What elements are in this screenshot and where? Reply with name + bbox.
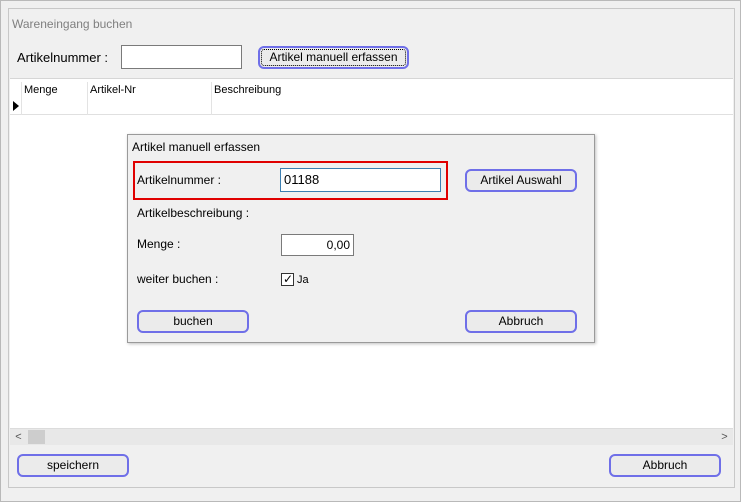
grid-header: Menge Artikel-Nr Beschreibung	[10, 79, 733, 115]
buchen-button[interactable]: buchen	[137, 310, 249, 333]
horizontal-scrollbar[interactable]: < >	[10, 428, 733, 445]
artikelbeschreibung-label: Artikelbeschreibung :	[137, 206, 250, 220]
column-separator	[211, 82, 212, 115]
checkmark-icon: ✓	[283, 272, 294, 286]
weiter-buchen-checkbox-label[interactable]: Ja	[297, 274, 309, 286]
weiter-buchen-checkbox[interactable]: ✓	[281, 272, 294, 286]
window-title: Wareneingang buchen	[12, 17, 133, 31]
chevron-right-icon[interactable]: >	[716, 430, 733, 445]
column-header-artikel-nr[interactable]: Artikel-Nr	[90, 84, 136, 96]
save-button[interactable]: speichern	[17, 454, 129, 477]
column-separator	[87, 82, 88, 115]
artikelnummer-label: Artikelnummer :	[17, 50, 109, 65]
menge-input[interactable]: 0,00	[281, 234, 354, 256]
dialog-artikelnummer-input[interactable]: 01188	[280, 168, 441, 192]
menge-label: Menge :	[137, 237, 181, 251]
column-header-menge[interactable]: Menge	[24, 84, 58, 96]
artikelnummer-input[interactable]	[121, 45, 242, 69]
column-separator	[21, 82, 22, 115]
scrollbar-thumb[interactable]	[28, 430, 45, 444]
dialog-title: Artikel manuell erfassen	[132, 140, 261, 154]
dialog-cancel-button[interactable]: Abbruch	[465, 310, 577, 333]
chevron-left-icon[interactable]: <	[10, 430, 27, 445]
artikel-auswahl-button[interactable]: Artikel Auswahl	[465, 169, 577, 192]
weiter-buchen-label: weiter buchen :	[137, 272, 219, 286]
manual-entry-dialog: Artikel manuell erfassen Artikelnummer :…	[127, 134, 595, 343]
dialog-artikelnummer-label: Artikelnummer :	[137, 173, 222, 187]
artikel-manuell-erfassen-button[interactable]: Artikel manuell erfassen	[258, 46, 409, 69]
row-pointer-icon	[13, 101, 19, 111]
column-header-beschreibung[interactable]: Beschreibung	[214, 84, 281, 96]
cancel-button[interactable]: Abbruch	[609, 454, 721, 477]
